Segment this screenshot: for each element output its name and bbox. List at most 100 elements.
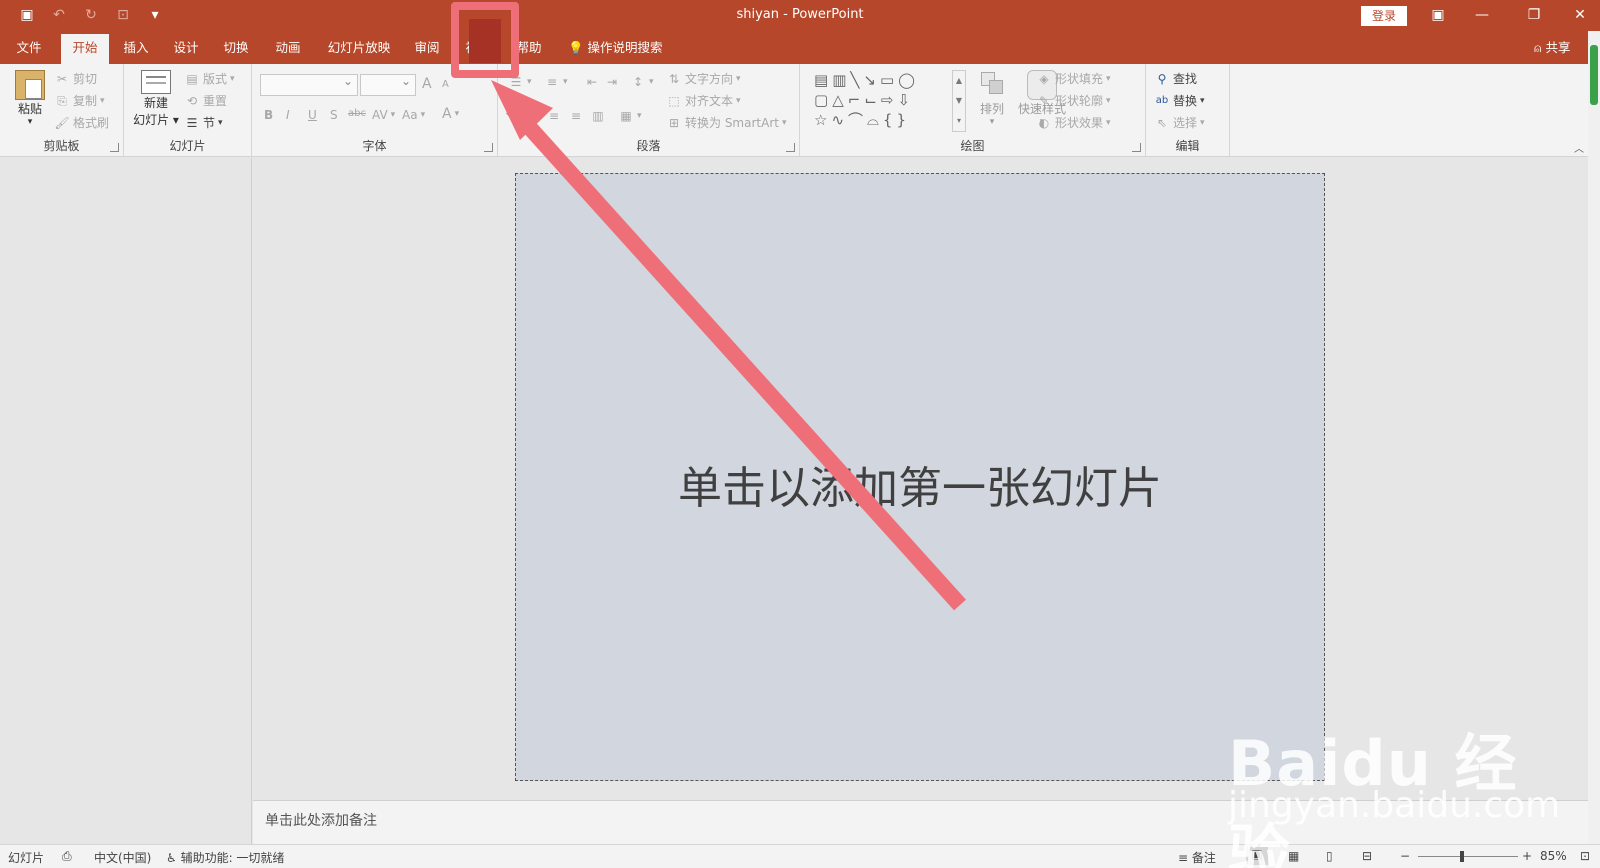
align-left-icon: ≡ — [526, 109, 538, 123]
sign-in-button[interactable]: 登录 — [1361, 6, 1407, 26]
slide-thumbnail-pane[interactable] — [0, 158, 252, 844]
find-button[interactable]: ⚲ 查找 — [1154, 70, 1197, 87]
find-label: 查找 — [1173, 72, 1198, 86]
chevron-down-icon: ▾ — [27, 117, 33, 127]
notes-toggle[interactable]: ≡ 备注 — [1178, 849, 1216, 866]
add-first-slide-prompt[interactable]: 单击以添加第一张幻灯片 — [516, 452, 1324, 516]
align-center-button[interactable]: ≡ — [546, 108, 562, 124]
rounded-rect-shape-icon[interactable]: ▢ — [814, 91, 832, 109]
font-name-combo[interactable] — [260, 74, 358, 96]
smartart-label: 转换为 SmartArt — [685, 116, 779, 130]
tab-insert[interactable]: 插入 — [114, 31, 158, 64]
italic-button[interactable]: I — [286, 108, 290, 122]
squiggle-shape-icon[interactable]: ∿ — [831, 111, 848, 129]
spell-check-icon[interactable]: ⎙ — [62, 849, 72, 864]
right-arrow-shape-icon[interactable]: ⇨ — [881, 91, 898, 109]
language-indicator[interactable]: 中文(中国) — [94, 849, 151, 866]
decrease-indent-button[interactable]: ⇤ — [584, 74, 600, 90]
align-left-button[interactable]: ≡ — [524, 108, 540, 124]
reset-button[interactable]: ⟲ 重置 — [184, 92, 227, 109]
down-arrow-shape-icon[interactable]: ⇩ — [897, 91, 914, 109]
tab-review[interactable]: 审阅 — [405, 31, 449, 64]
convert-smartart-button[interactable]: ⊞ 转换为 SmartArt ▾ — [666, 114, 787, 131]
arrange-label: 排列 — [979, 102, 1004, 116]
textbox-shape-icon[interactable]: ▤ — [814, 71, 832, 89]
elbow-arrow-icon[interactable]: ⌙ — [864, 91, 881, 109]
fit-to-window-icon[interactable]: ⊡ — [1580, 849, 1590, 863]
change-case-button[interactable]: Aa ▾ — [402, 108, 425, 122]
numbering-icon: ≡ — [546, 75, 558, 89]
restore-icon[interactable]: ❐ — [1514, 4, 1554, 26]
dialog-launcher-icon[interactable] — [1132, 143, 1141, 152]
copy-button[interactable]: ⎘ 复制 ▾ — [54, 92, 104, 109]
right-brace-icon[interactable]: } — [896, 111, 910, 129]
rectangle-shape-icon[interactable]: ▭ — [880, 71, 898, 89]
columns-button[interactable]: ▦ ▾ — [618, 108, 641, 124]
scrollbar-thumb[interactable] — [1590, 45, 1598, 105]
triangle-shape-icon[interactable]: △ — [832, 91, 848, 109]
paste-button[interactable]: 粘贴 ▾ — [10, 70, 50, 127]
tab-home[interactable]: 开始 — [61, 34, 109, 64]
star-shape-icon[interactable]: ☆ — [814, 111, 831, 129]
align-text-button[interactable]: ⬚ 对齐文本 ▾ — [666, 92, 740, 109]
dialog-launcher-icon[interactable] — [786, 143, 795, 152]
curve-shape-icon[interactable]: ⌓ — [867, 111, 883, 129]
tab-animations[interactable]: 动画 — [266, 31, 310, 64]
empty-slide-placeholder[interactable]: 单击以添加第一张幻灯片 — [515, 173, 1325, 781]
tab-design[interactable]: 设计 — [164, 31, 208, 64]
line-spacing-button[interactable]: ↕ ▾ — [630, 74, 654, 90]
layout-button[interactable]: ▤ 版式 ▾ — [184, 70, 234, 87]
tab-transitions[interactable]: 切换 — [214, 31, 258, 64]
share-button[interactable]: ⍝ 共享 — [1534, 31, 1571, 64]
tab-file[interactable]: 文件 — [8, 31, 50, 64]
decrease-font-button[interactable]: A — [442, 79, 449, 90]
cut-button[interactable]: ✂ 剪切 — [54, 70, 97, 87]
ribbon-display-options-icon[interactable]: ▣ — [1418, 4, 1458, 26]
new-slide-button[interactable]: 新建 幻灯片 ▾ — [132, 70, 180, 128]
increase-indent-button[interactable]: ⇥ — [604, 74, 620, 90]
character-spacing-button[interactable]: AV ▾ — [372, 108, 395, 122]
select-button[interactable]: ⇖ 选择 ▾ — [1154, 114, 1205, 131]
vertical-scrollbar[interactable] — [1588, 31, 1600, 844]
shape-effects-button[interactable]: ◐ 形状效果 ▾ — [1036, 114, 1111, 131]
left-brace-icon[interactable]: { — [883, 111, 897, 129]
dialog-launcher-icon[interactable] — [484, 143, 493, 152]
arrow-line-shape-icon[interactable]: ↘ — [863, 71, 880, 89]
strikethrough-button[interactable]: abc — [348, 108, 366, 119]
shape-fill-button[interactable]: ◈ 形状填充 ▾ — [1036, 70, 1110, 87]
group-label-editing: 编辑 — [1175, 139, 1200, 153]
columns-icon: ▦ — [620, 109, 632, 123]
font-size-combo[interactable] — [360, 74, 416, 96]
notes-placeholder[interactable]: 单击此处添加备注 — [265, 810, 377, 830]
dialog-launcher-icon[interactable] — [110, 143, 119, 152]
elbow-connector-icon[interactable]: ⌐ — [848, 91, 865, 109]
minimize-icon[interactable]: — — [1462, 4, 1502, 26]
zoom-level[interactable]: 85% — [1540, 849, 1567, 863]
shapes-gallery[interactable]: ▤▥╲↘▭◯ ▢△⌐⌙⇨⇩ ☆∿⌒⌓{} — [814, 70, 950, 132]
vtextbox-shape-icon[interactable]: ▥ — [832, 71, 850, 89]
align-right-button[interactable]: ≡ — [568, 108, 584, 124]
replace-button[interactable]: ab 替换 ▾ — [1154, 92, 1205, 109]
accessibility-indicator[interactable]: ♿ 辅助功能: 一切就绪 — [166, 849, 284, 866]
arrange-button[interactable]: 排列 ▾ — [972, 70, 1012, 127]
increase-font-button[interactable]: A — [422, 76, 432, 92]
tell-me-search[interactable]: 💡 操作说明搜索 — [568, 31, 663, 64]
shape-outline-button[interactable]: ✎ 形状轮廓 ▾ — [1036, 92, 1111, 109]
arc-shape-icon[interactable]: ⌒ — [848, 111, 867, 129]
oval-shape-icon[interactable]: ◯ — [898, 71, 919, 89]
text-direction-button[interactable]: ⇅ 文字方向 ▾ — [666, 70, 741, 87]
underline-button[interactable]: U — [308, 108, 317, 122]
numbering-button[interactable]: ≡ ▾ — [544, 74, 568, 90]
section-button[interactable]: ☰ 节 ▾ — [184, 114, 223, 131]
gallery-scroll[interactable]: ▲ ▼ ▾ — [952, 70, 966, 132]
close-icon[interactable]: ✕ — [1560, 4, 1600, 26]
line-shape-icon[interactable]: ╲ — [850, 71, 863, 89]
tab-slideshow[interactable]: 幻灯片放映 — [320, 31, 398, 64]
shadow-button[interactable]: S — [330, 108, 338, 122]
notes-toggle-label: 备注 — [1191, 851, 1216, 865]
format-painter-button[interactable]: 🖌 格式刷 — [54, 114, 109, 131]
justify-button[interactable]: ▥ — [590, 108, 606, 124]
collapse-ribbon-icon[interactable]: ︿ — [1574, 140, 1584, 155]
bold-button[interactable]: B — [264, 108, 273, 122]
font-color-button[interactable]: A ▾ — [442, 106, 459, 122]
